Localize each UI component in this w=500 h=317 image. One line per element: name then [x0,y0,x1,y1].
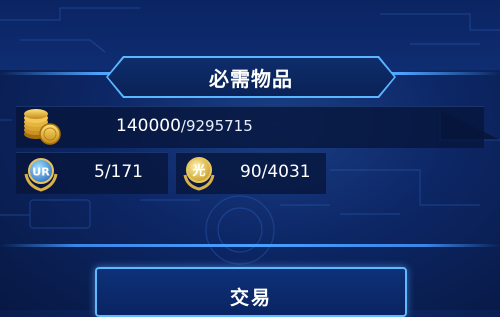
gold-current: 140000 [116,116,181,136]
ur-rarity-badge-icon: UR [24,158,58,192]
svg-text:UR: UR [32,166,50,179]
light-attribute-icon: 光 [183,157,215,191]
gold-total: /9295715 [180,117,253,135]
page-title: 必需物品 [209,66,293,91]
section-divider [0,244,500,247]
gold-coins-icon [24,109,61,145]
ur-amount: 5/171 [94,162,143,182]
svg-text:光: 光 [191,163,205,179]
gold-amount: 140000/9295715 [116,116,253,136]
light-amount: 90/4031 [240,162,311,182]
